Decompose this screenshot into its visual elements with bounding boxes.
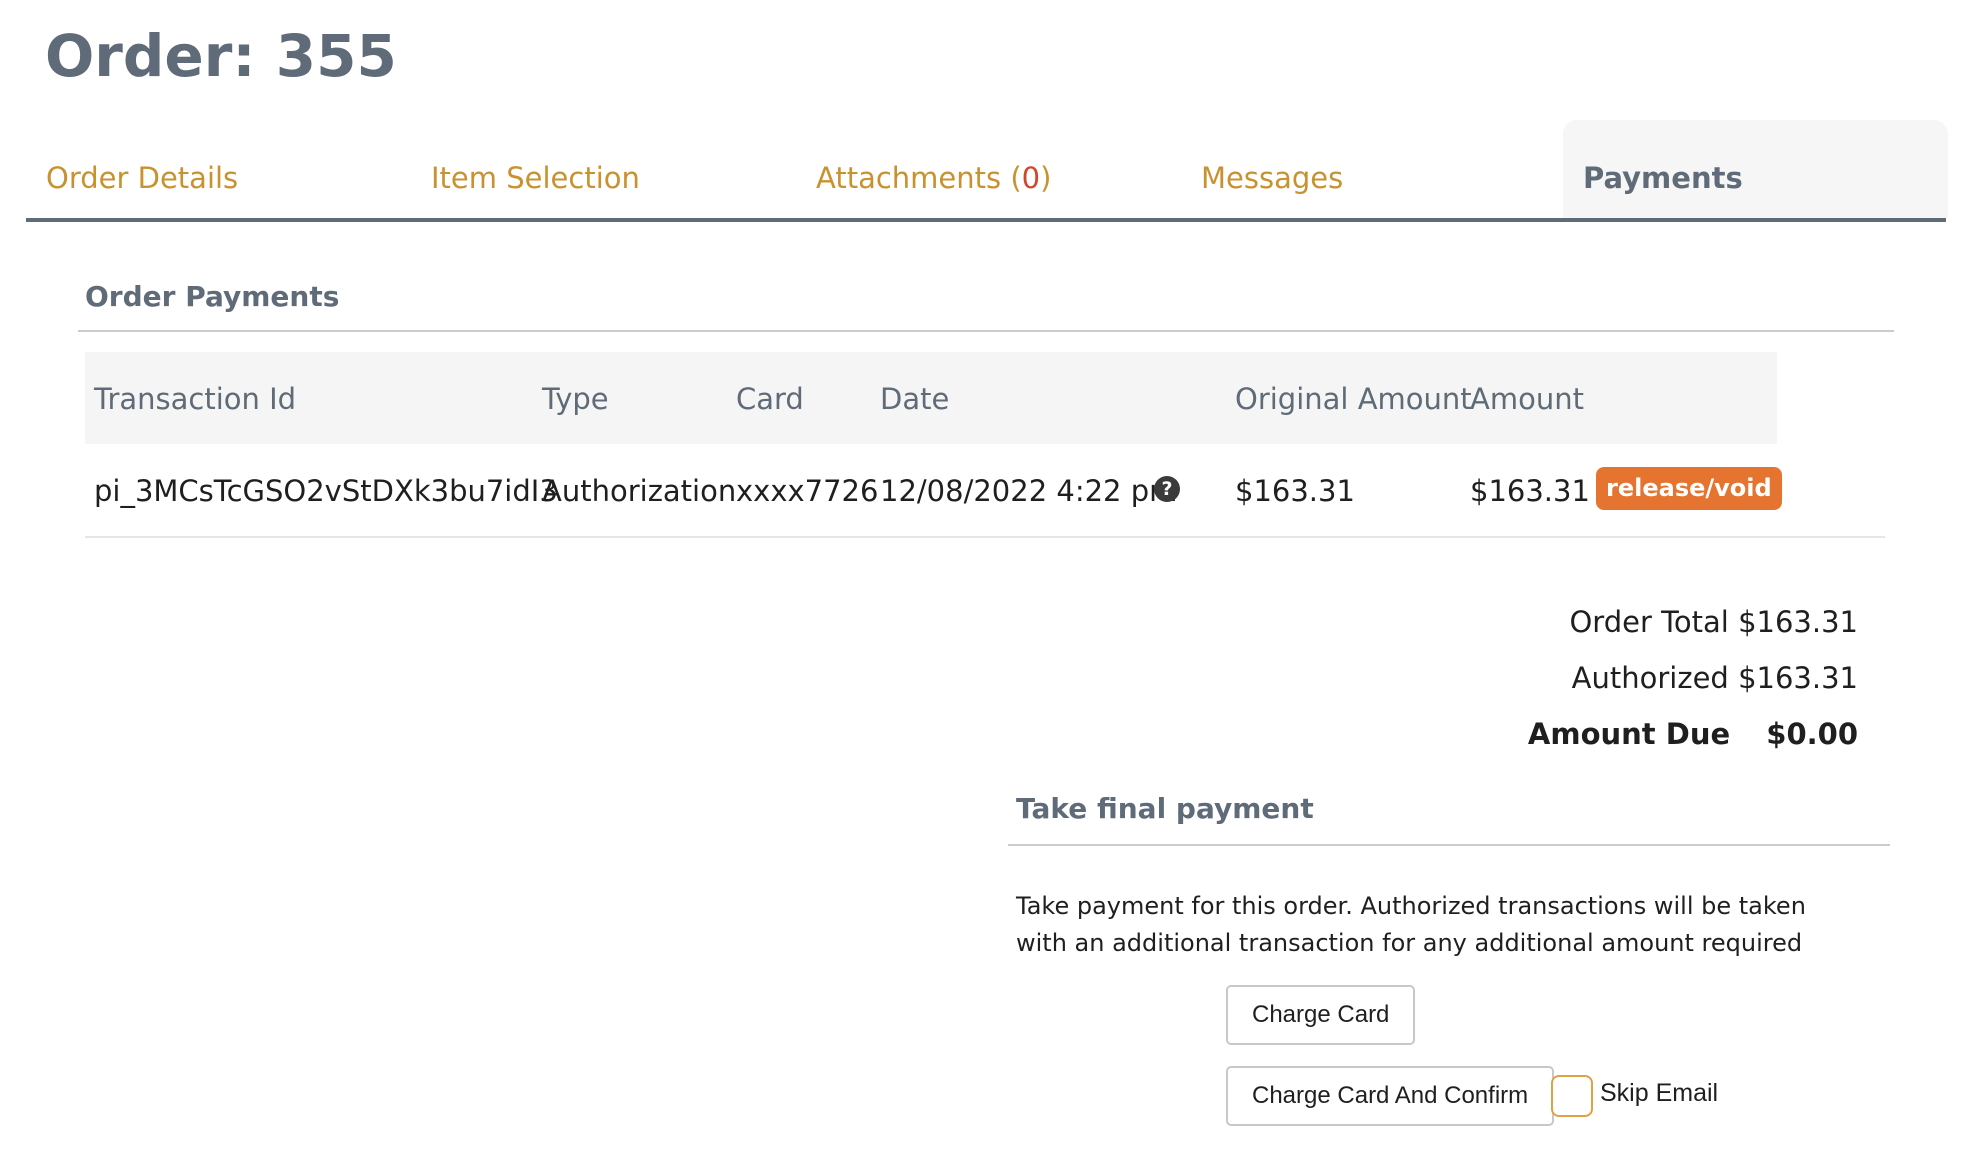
tab-order-details[interactable]: Order Details [26,120,326,218]
tab-label: Order Details [46,161,239,195]
amount-due-value: $0.00 [1766,717,1858,751]
column-original-amount: Original Amount [1235,382,1472,416]
tab-label: Payments [1583,161,1743,195]
column-amount: Amount [1470,382,1584,416]
order-total-label: Order Total [1569,605,1729,639]
table-header: Transaction Id Type Card Date Original A… [85,352,1777,444]
amount-due-line: Amount Due $0.00 [1528,717,1858,773]
release-void-button[interactable]: release/void [1596,467,1782,510]
table-row: pi_3MCsTcGSO2vStDXk3bu7idI3 Authorizatio… [85,444,1885,538]
charge-card-and-confirm-button[interactable]: Charge Card And Confirm [1226,1066,1555,1126]
column-type: Type [542,382,609,416]
column-transaction-id: Transaction Id [94,382,297,416]
authorized-value: $163.31 [1738,661,1858,695]
column-date: Date [880,382,950,416]
order-payments-heading: Order Payments [85,280,340,313]
transaction-date: 12/08/2022 4:22 pm [880,474,1178,508]
attachments-count: 0 [1021,161,1041,195]
final-payment-heading: Take final payment [1016,792,1314,825]
tab-messages[interactable]: Messages [1181,120,1481,218]
amount-due-label: Amount Due [1527,717,1731,751]
authorized-label: Authorized [1571,661,1729,695]
section-divider [1008,844,1890,846]
order-payments-page: Order: 355 Order Details Item Selection … [0,0,1970,1158]
order-total-line: Order Total $163.31 [1528,605,1858,661]
transaction-id: pi_3MCsTcGSO2vStDXk3bu7idI3 [94,474,558,508]
card-number: xxxx7726 [736,474,879,508]
skip-email-checkbox[interactable] [1551,1075,1593,1117]
transaction-type: Authorization [542,474,737,508]
question-circle-icon[interactable]: ? [1154,476,1180,502]
tab-label: Item Selection [431,161,640,195]
final-payment-description: Take payment for this order. Authorized … [1016,892,1806,957]
order-totals: Order Total $163.31 Authorized $163.31 A… [1528,605,1858,773]
section-divider [78,330,1894,332]
charge-card-button[interactable]: Charge Card [1226,985,1416,1045]
original-amount: $163.31 [1235,474,1355,508]
tab-item-selection[interactable]: Item Selection [411,120,711,218]
tab-payments[interactable]: Payments [1563,120,1948,218]
tab-attachments[interactable]: Attachments (0) [796,120,1096,218]
amount: $163.31 [1470,474,1590,508]
column-card: Card [736,382,804,416]
tab-label: Messages [1201,161,1344,195]
order-total-value: $163.31 [1738,605,1858,639]
page-title: Order: 355 [45,22,397,90]
tab-label: Attachments (0) [816,161,1052,195]
authorized-line: Authorized $163.31 [1528,661,1858,717]
order-tabs: Order Details Item Selection Attachments… [26,120,1948,222]
skip-email-label: Skip Email [1600,1079,1719,1107]
